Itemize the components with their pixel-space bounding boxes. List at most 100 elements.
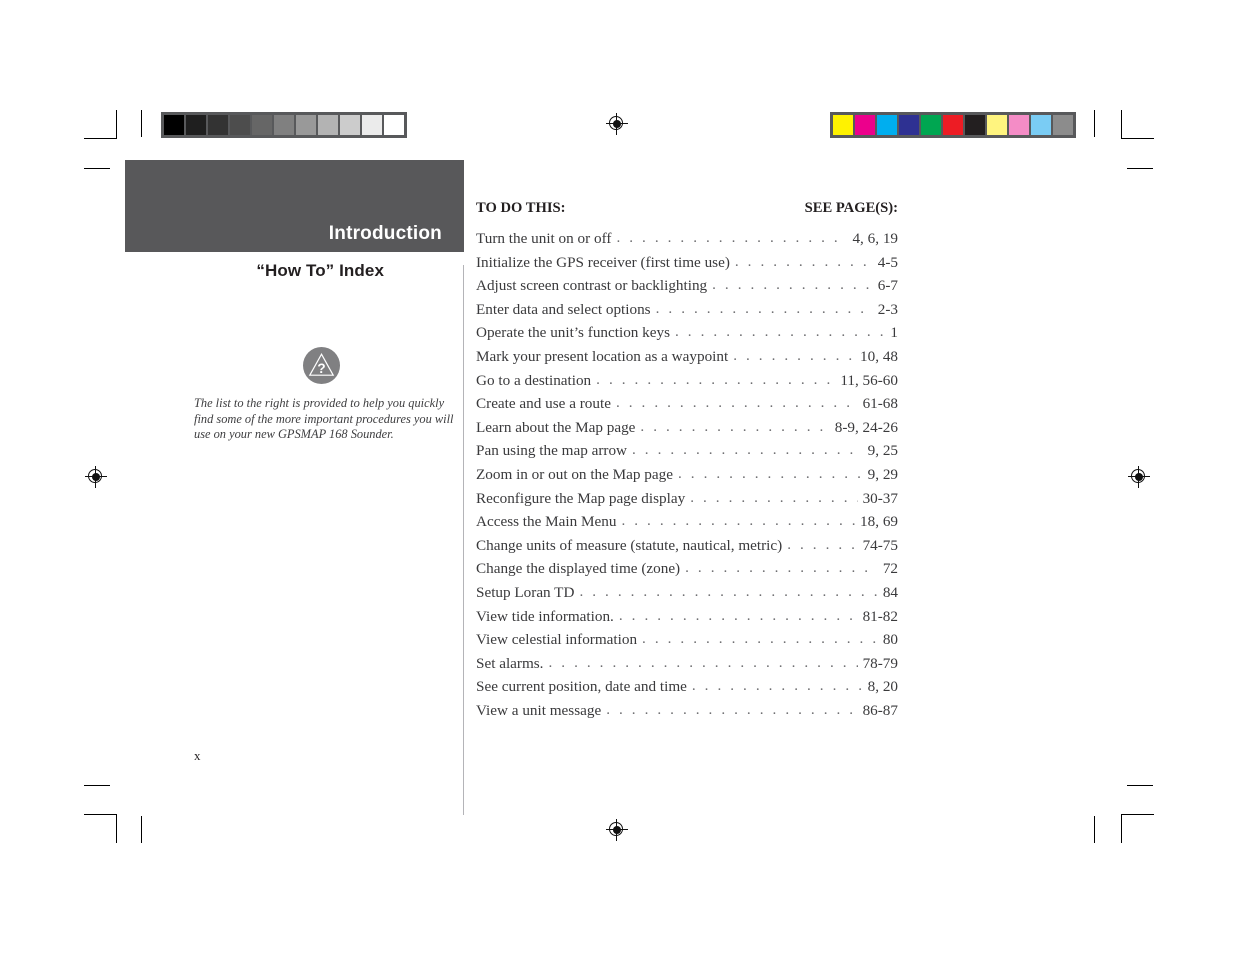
index-row-label: Access the Main Menu (476, 513, 617, 531)
index-row-leader-dots: . . . . . . . . . . . . . . . . . . . . … (712, 276, 873, 294)
chapter-title: Introduction (328, 223, 442, 244)
color-swatch (877, 115, 897, 135)
color-swatch (987, 115, 1007, 135)
grayscale-swatch (340, 115, 360, 135)
index-row-leader-dots: . . . . . . . . . . . . . . . . . . . . … (618, 606, 858, 624)
index-row-pages: 11, 56-60 (840, 371, 898, 389)
index-row: Initialize the GPS receiver (first time … (476, 253, 898, 278)
color-swatch (943, 115, 963, 135)
index-row-label: Enter data and select options (476, 300, 651, 318)
index-row-label: See current position, date and time (476, 678, 687, 696)
index-row: Change the displayed time (zone). . . . … (476, 559, 898, 584)
column-divider (463, 265, 464, 815)
index-row-label: Turn the unit on or off (476, 230, 612, 247)
index-row: Set alarms.. . . . . . . . . . . . . . .… (476, 653, 898, 679)
chapter-band: Introduction (125, 160, 464, 252)
svg-text:?: ? (317, 361, 325, 376)
index-row-label: Zoom in or out on the Map page (476, 465, 673, 483)
index-row-leader-dots: . . . . . . . . . . . . . . . . . . . . … (733, 346, 855, 364)
index-row-label: View celestial information (476, 631, 638, 649)
color-swatch (833, 115, 853, 135)
index-row: Zoom in or out on the Map page. . . . . … (476, 464, 898, 490)
sidebar-note-text: The list to the right is provided to hel… (194, 396, 454, 442)
index-row-leader-dots: . . . . . . . . . . . . . . . . . . . . … (606, 700, 857, 718)
index-row-leader-dots: . . . . . . . . . . . . . . . . . . . . … (677, 464, 863, 482)
index-row-leader-dots: . . . . . . . . . . . . . . . . . . . . … (548, 653, 857, 671)
color-swatch (965, 115, 985, 135)
crop-mark-bottom-left-horizontal (84, 814, 117, 815)
index-row-leader-dots: . . . . . . . . . . . . . . . . . . . . … (616, 229, 847, 246)
index-row: Mark your present location as a waypoint… (476, 346, 898, 372)
color-swatch (899, 115, 919, 135)
index-row-pages: 8, 20 (867, 678, 898, 696)
index-row-label: Change the displayed time (zone) (476, 560, 681, 578)
crop-mark-top-left-secondary (84, 168, 110, 169)
index-row-leader-dots: . . . . . . . . . . . . . . . . . . . . … (655, 299, 873, 317)
index-row-pages: 74-75 (862, 536, 898, 554)
crop-mark-bottom-right-vertical (1121, 814, 1122, 843)
how-to-index-list: TO DO THIS: SEE PAGE(S): Turn the unit o… (476, 200, 898, 725)
registration-mark-right (1128, 466, 1150, 488)
index-row-label: Create and use a route (476, 395, 611, 413)
index-row-leader-dots: . . . . . . . . . . . . . . . . . . . . … (691, 677, 863, 695)
index-row-pages: 1 (890, 324, 898, 342)
index-row-label: Reconfigure the Map page display (476, 489, 686, 507)
index-row: Access the Main Menu. . . . . . . . . . … (476, 512, 898, 537)
registration-dot (613, 826, 621, 834)
grayscale-swatch (230, 115, 250, 135)
page-number: x (194, 748, 201, 763)
index-row-pages: 30-37 (862, 489, 898, 507)
index-table-header: TO DO THIS: SEE PAGE(S): (476, 200, 898, 217)
index-row-label: Go to a destination (476, 371, 592, 389)
index-row: Reconfigure the Map page display. . . . … (476, 488, 898, 514)
index-row-leader-dots: . . . . . . . . . . . . . . . . . . . . … (690, 488, 857, 506)
index-row-label: Initialize the GPS receiver (first time … (476, 253, 730, 271)
index-row-leader-dots: . . . . . . . . . . . . . . . . . . . . … (579, 582, 877, 600)
registration-dot (92, 473, 100, 481)
index-row: Operate the unit’s function keys. . . . … (476, 323, 898, 348)
grayscale-swatch (362, 115, 382, 135)
index-row-label: Set alarms. (476, 654, 544, 672)
crop-mark-top-left-bleed (141, 110, 142, 137)
registration-mark-bottom (606, 819, 628, 841)
index-row-label: Change units of measure (statute, nautic… (476, 536, 783, 554)
index-row-leader-dots: . . . . . . . . . . . . . . . . . . . . … (675, 323, 885, 341)
index-row-leader-dots: . . . . . . . . . . . . . . . . . . . . … (615, 394, 858, 412)
index-row: Enter data and select options. . . . . .… (476, 299, 898, 325)
index-row: Turn the unit on or off. . . . . . . . .… (476, 229, 898, 254)
registration-dot (1135, 473, 1143, 481)
index-row: Adjust screen contrast or backlighting. … (476, 276, 898, 301)
question-in-triangle-icon: ? (303, 347, 340, 384)
grayscale-swatch (186, 115, 206, 135)
grayscale-calibration-bar (161, 112, 407, 138)
index-rows-container: Turn the unit on or off. . . . . . . . .… (476, 229, 898, 726)
index-row: Go to a destination. . . . . . . . . . .… (476, 371, 898, 396)
crop-mark-top-right-vertical (1121, 110, 1122, 139)
grayscale-swatch (296, 115, 316, 135)
color-swatch (1009, 115, 1029, 135)
index-header-to-do-this: TO DO THIS: (476, 200, 566, 216)
color-swatch (1053, 115, 1073, 135)
index-row-pages: 4, 6, 19 (852, 230, 898, 247)
color-swatch (921, 115, 941, 135)
index-row-pages: 61-68 (862, 395, 898, 413)
crop-mark-bottom-left-secondary (84, 785, 110, 786)
registration-dot (613, 120, 621, 128)
section-title: “How To” Index (256, 261, 384, 280)
index-row: View tide information.. . . . . . . . . … (476, 606, 898, 632)
index-row-label: Mark your present location as a waypoint (476, 347, 729, 365)
crop-mark-top-left-horizontal (84, 138, 117, 139)
index-row: See current position, date and time. . .… (476, 677, 898, 702)
crop-mark-top-right-bleed (1094, 110, 1095, 137)
index-row-pages: 10, 48 (860, 347, 898, 365)
crop-mark-bottom-left-bleed (141, 816, 142, 843)
index-row: View celestial information. . . . . . . … (476, 630, 898, 655)
color-calibration-bar (830, 112, 1076, 138)
index-row-label: View tide information. (476, 607, 614, 625)
index-row-pages: 6-7 (877, 277, 898, 295)
index-row-pages: 78-79 (862, 654, 898, 672)
index-row-pages: 18, 69 (860, 513, 898, 531)
index-row: View a unit message. . . . . . . . . . .… (476, 700, 898, 726)
index-row-pages: 86-87 (862, 701, 898, 719)
color-swatch (855, 115, 875, 135)
